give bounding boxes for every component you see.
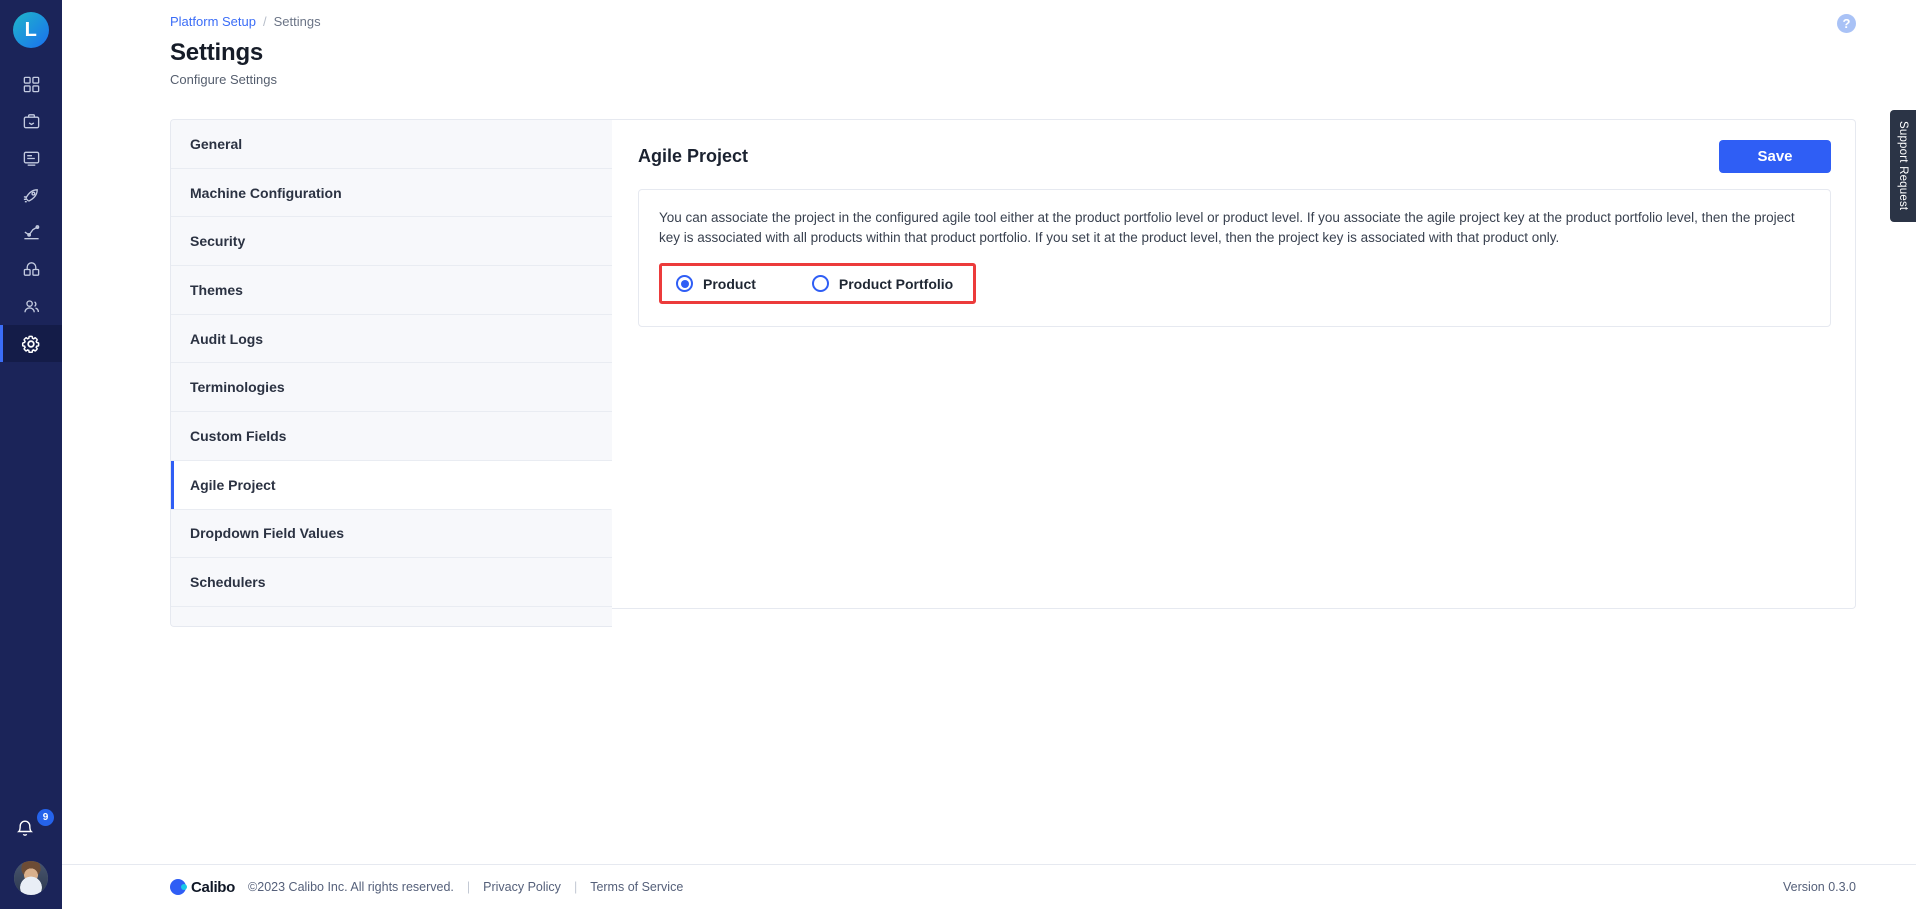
rail-item-users[interactable]	[0, 288, 62, 325]
settings-item-general[interactable]: General	[171, 120, 612, 169]
settings-item-label: Themes	[190, 281, 243, 298]
rail-item-boards[interactable]	[0, 140, 62, 177]
page-header: Platform Setup / Settings Settings Confi…	[62, 0, 1916, 97]
detail-panel: Agile Project Save You can associate the…	[612, 119, 1856, 609]
agile-project-card: You can associate the project in the con…	[638, 189, 1831, 328]
avatar[interactable]	[14, 861, 48, 895]
rail-item-analytics[interactable]	[0, 214, 62, 251]
settings-item-terminologies[interactable]: Terminologies	[171, 363, 612, 413]
settings-item-custom-fields[interactable]: Custom Fields	[171, 412, 612, 461]
radio-label-product: Product	[703, 275, 756, 292]
support-request-label: Support Request	[1897, 121, 1909, 211]
settings-item-label: Agile Project	[190, 476, 276, 493]
settings-menu-list: General Machine Configuration Security T…	[170, 119, 612, 627]
radio-label-product-portfolio: Product Portfolio	[838, 275, 954, 292]
rail-item-portfolio[interactable]	[0, 103, 62, 140]
primary-nav-rail: L 9	[0, 0, 62, 909]
rail-item-list	[0, 66, 62, 362]
gear-icon	[21, 334, 41, 354]
footer-separator-1: |	[466, 880, 471, 894]
rail-item-settings[interactable]	[0, 325, 62, 362]
settings-item-label: Custom Fields	[190, 427, 287, 444]
detail-title: Agile Project	[638, 146, 749, 166]
board-icon	[22, 149, 41, 168]
breadcrumb-separator: /	[263, 14, 267, 29]
users-icon	[22, 297, 41, 316]
calibo-mark-icon	[170, 879, 187, 895]
rail-item-integrations[interactable]	[0, 251, 62, 288]
page-footer: Calibo ©2023 Calibo Inc. All rights rese…	[62, 864, 1916, 909]
rail-item-launch[interactable]	[0, 177, 62, 214]
radio-mark-product-portfolio[interactable]	[811, 275, 829, 293]
settings-item-security[interactable]: Security	[171, 217, 612, 267]
dashboard-icon	[22, 75, 41, 94]
settings-item-dropdown-field-values[interactable]: Dropdown Field Values	[171, 509, 612, 559]
settings-item-label: Audit Logs	[190, 330, 264, 347]
calibo-brand-name: Calibo	[191, 878, 236, 896]
settings-item-schedulers[interactable]: Schedulers	[171, 558, 612, 607]
calibo-logo: Calibo	[170, 879, 235, 896]
notification-badge: 9	[37, 809, 54, 826]
detail-header: Agile Project Save	[612, 120, 1855, 189]
footer-copyright: ©2023 Calibo Inc. All rights reserved.	[248, 880, 454, 894]
breadcrumb-platform-setup[interactable]: Platform Setup	[170, 14, 256, 29]
settings-item-agile-project[interactable]: Agile Project	[171, 460, 612, 510]
app-root: L 9 Platform Setup / Settings Settings C…	[0, 0, 1916, 909]
settings-item-label: Dropdown Field Values	[190, 525, 345, 542]
rail-bottom-group: 9	[0, 809, 62, 909]
radio-mark-product[interactable]	[676, 275, 693, 293]
bell-icon	[14, 820, 36, 844]
footer-separator-2: |	[573, 880, 578, 894]
footer-privacy-policy-link[interactable]: Privacy Policy	[483, 880, 561, 894]
footer-terms-of-service-link[interactable]: Terms of Service	[590, 880, 683, 894]
settings-list-tail	[171, 606, 612, 626]
settings-item-label: Schedulers	[190, 574, 266, 591]
settings-item-label: Security	[190, 233, 246, 250]
support-request-tab[interactable]: Support Request	[1890, 110, 1916, 222]
breadcrumb: Platform Setup / Settings	[170, 14, 1916, 29]
settings-item-themes[interactable]: Themes	[171, 266, 612, 315]
breadcrumb-settings: Settings	[273, 14, 321, 29]
analytics-icon	[22, 223, 41, 242]
main-column: Platform Setup / Settings Settings Confi…	[62, 0, 1916, 909]
notifications-button[interactable]: 9	[14, 809, 54, 847]
save-button[interactable]: Save	[1719, 140, 1831, 173]
settings-item-machine-configuration[interactable]: Machine Configuration	[171, 168, 612, 218]
settings-item-label: General	[190, 135, 243, 152]
footer-version: Version 0.3.0	[1783, 880, 1856, 894]
settings-item-label: Terminologies	[190, 379, 285, 396]
rocket-icon	[22, 186, 41, 205]
app-logo[interactable]: L	[13, 12, 49, 48]
help-icon[interactable]: ?	[1837, 14, 1856, 33]
radio-group-highlight: Product Product Portfolio	[659, 263, 977, 305]
page-subtitle: Configure Settings	[170, 72, 277, 87]
rail-item-dashboard[interactable]	[0, 66, 62, 103]
settings-item-label: Machine Configuration	[190, 184, 342, 201]
integrations-icon	[22, 260, 41, 279]
settings-content: General Machine Configuration Security T…	[62, 97, 1916, 864]
footer-left-group: Calibo ©2023 Calibo Inc. All rights rese…	[170, 879, 683, 896]
briefcase-icon	[22, 112, 41, 131]
settings-item-audit-logs[interactable]: Audit Logs	[171, 314, 612, 364]
avatar-image	[14, 861, 48, 895]
radio-option-product[interactable]: Product	[676, 275, 756, 293]
radio-option-product-portfolio[interactable]: Product Portfolio	[811, 275, 954, 293]
agile-project-description: You can associate the project in the con…	[659, 210, 1795, 245]
page-title: Settings	[170, 39, 264, 66]
